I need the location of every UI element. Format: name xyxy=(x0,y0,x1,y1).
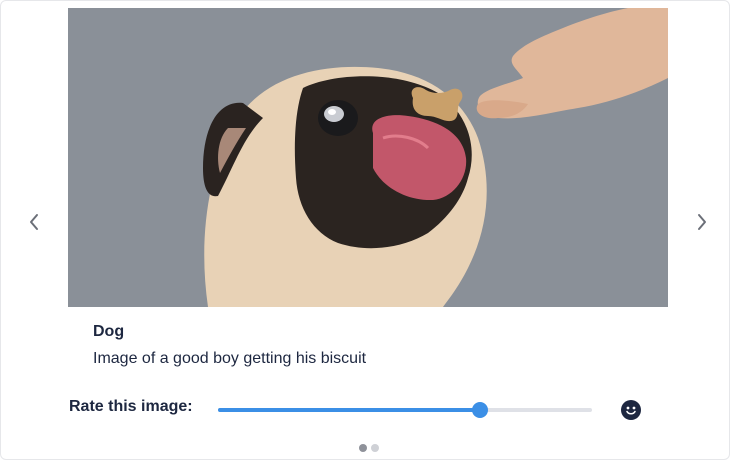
carousel-card: Dog Image of a good boy getting his bisc… xyxy=(0,0,730,460)
rating-label: Rate this image: xyxy=(69,398,193,415)
smiley-face-icon xyxy=(621,400,641,420)
chevron-right-icon xyxy=(698,214,706,230)
slide-image xyxy=(68,8,668,307)
rating-slider[interactable] xyxy=(218,400,592,420)
carousel-pagination xyxy=(359,444,379,452)
chevron-left-icon xyxy=(30,214,38,230)
carousel-next-button[interactable] xyxy=(689,207,715,237)
carousel-prev-button[interactable] xyxy=(21,207,47,237)
slider-fill xyxy=(218,408,480,412)
pug-photo xyxy=(68,8,668,307)
slide-title: Dog xyxy=(93,323,125,340)
slide-description: Image of a good boy getting his biscuit xyxy=(93,350,367,367)
pagination-dot[interactable] xyxy=(359,444,367,452)
pagination-dot[interactable] xyxy=(371,444,379,452)
slider-thumb[interactable] xyxy=(471,402,488,418)
